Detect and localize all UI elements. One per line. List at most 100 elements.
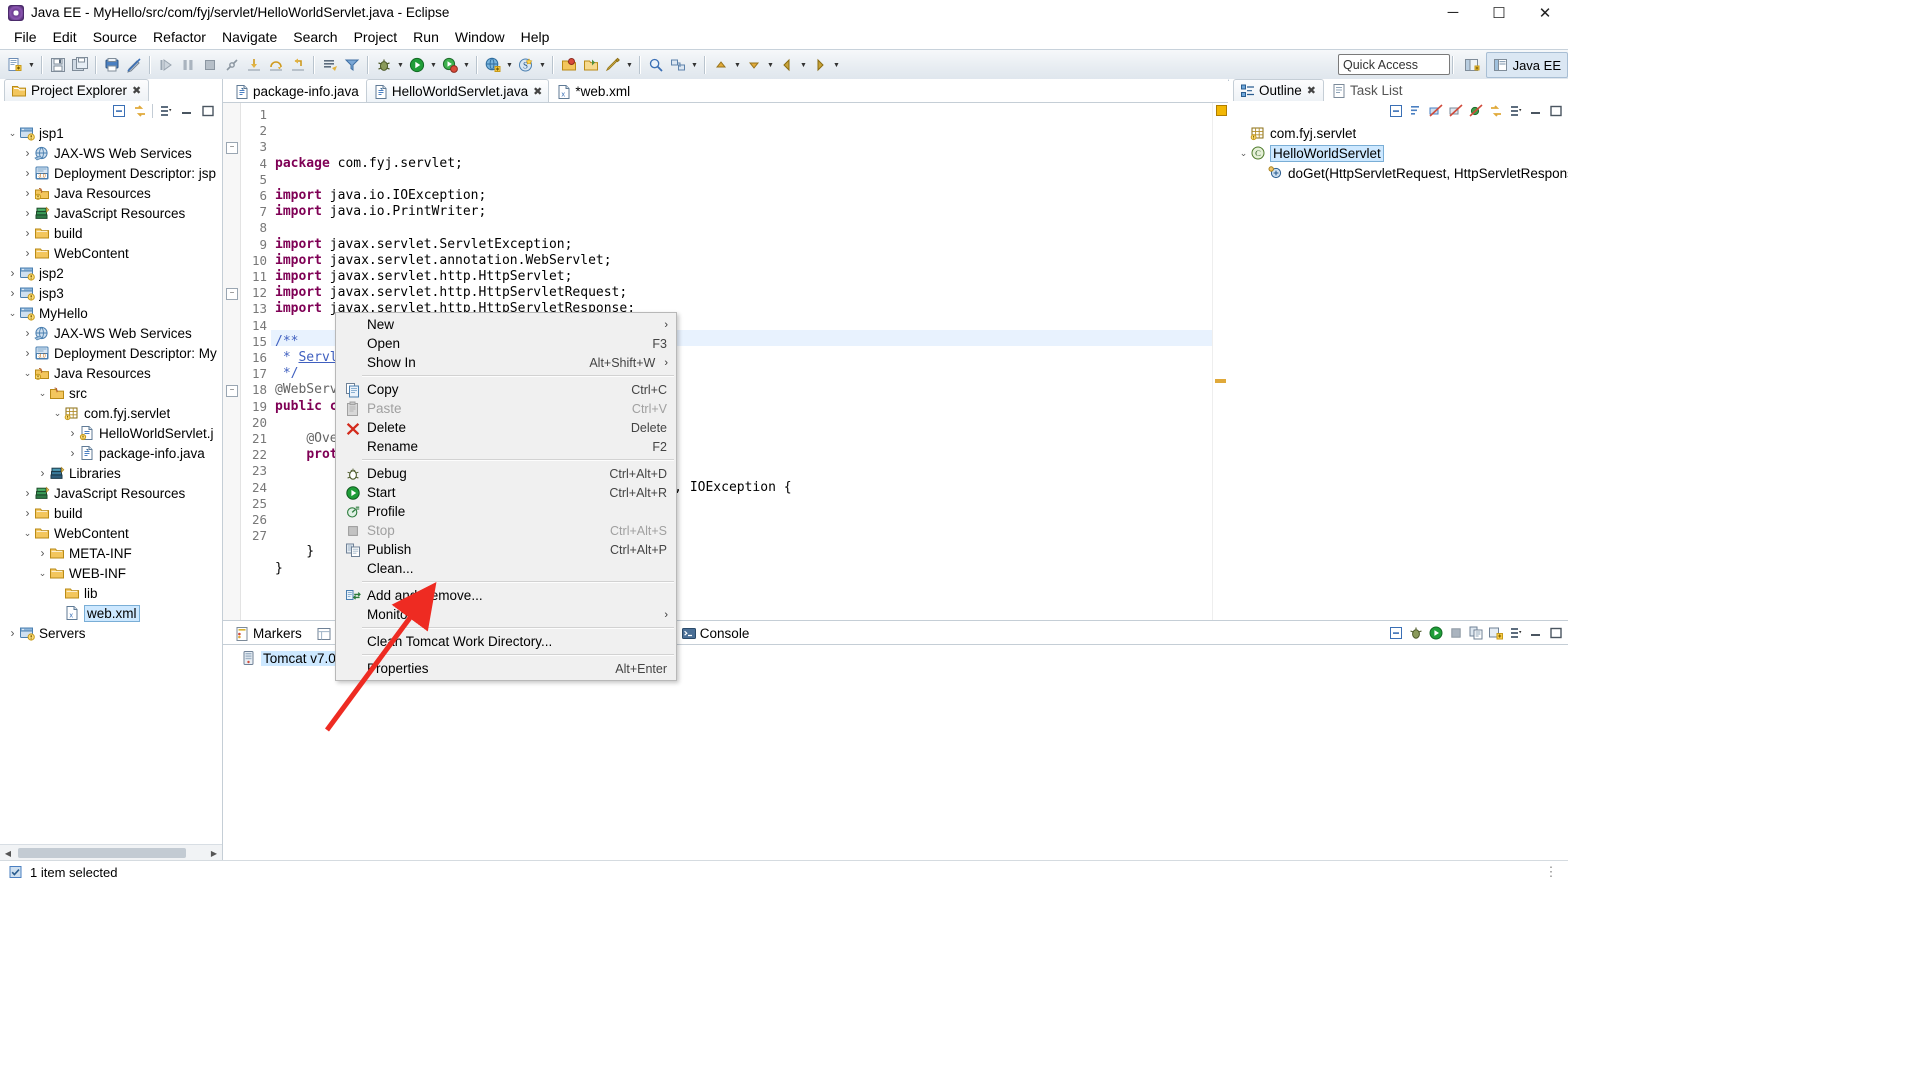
twisty-collapsed-icon[interactable]: › xyxy=(21,347,34,360)
previous-annotation-icon[interactable] xyxy=(711,54,731,76)
tree-item-meta-inf[interactable]: ›META-INF xyxy=(0,543,222,563)
outline-item-com-fyj-servlet[interactable]: com.fyj.servlet xyxy=(1229,123,1568,143)
save-all-icon[interactable] xyxy=(70,54,90,76)
step-into-icon[interactable] xyxy=(244,54,264,76)
link-editor-dropdown-icon[interactable]: ▼ xyxy=(689,54,700,76)
maximize-view-icon[interactable] xyxy=(1547,625,1564,642)
outline-item-helloworldservlet[interactable]: ⌄CHelloWorldServlet xyxy=(1229,143,1568,163)
twisty-collapsed-icon[interactable]: › xyxy=(21,147,34,160)
twisty-collapsed-icon[interactable]: › xyxy=(21,227,34,240)
save-icon[interactable] xyxy=(48,54,68,76)
menu-refactor[interactable]: Refactor xyxy=(145,27,214,47)
hide-fields-icon[interactable] xyxy=(1427,103,1444,120)
next-annotation-dropdown-icon[interactable]: ▼ xyxy=(765,54,776,76)
publish-server-icon[interactable] xyxy=(1467,625,1484,642)
debug-icon[interactable] xyxy=(374,54,394,76)
tree-item-java-resources[interactable]: ⌄Java Resources xyxy=(0,363,222,383)
close-button[interactable]: ✕ xyxy=(1522,0,1568,25)
tree-item-webcontent[interactable]: ⌄WebContent xyxy=(0,523,222,543)
project-explorer-hscrollbar[interactable]: ◀ ▶ xyxy=(0,844,222,861)
twisty-collapsed-icon[interactable]: › xyxy=(21,167,34,180)
new-java-class-dropdown-icon[interactable]: ▼ xyxy=(537,54,548,76)
tree-item-webcontent[interactable]: ›WebContent xyxy=(0,243,222,263)
status-menu-icon[interactable]: ⋮ xyxy=(1544,865,1558,879)
filter-icon[interactable] xyxy=(342,54,362,76)
tree-item-servers[interactable]: ›Servers xyxy=(0,623,222,643)
open-type-icon[interactable] xyxy=(559,54,579,76)
menu-file[interactable]: File xyxy=(6,27,45,47)
twisty-collapsed-icon[interactable]: › xyxy=(21,327,34,340)
tree-item-deployment-descriptor-my[interactable]: ›3.0Deployment Descriptor: My xyxy=(0,343,222,363)
context-menu-item-start[interactable]: StartCtrl+Alt+R xyxy=(336,483,676,502)
open-task-icon[interactable] xyxy=(581,54,601,76)
editor-tab-package-info-java[interactable]: package-info.java xyxy=(227,79,366,102)
new-server-icon[interactable] xyxy=(483,54,503,76)
tree-item-src[interactable]: ⌄src xyxy=(0,383,222,403)
next-annotation-icon[interactable] xyxy=(744,54,764,76)
twisty-expanded-icon[interactable]: ⌄ xyxy=(21,367,34,380)
run-icon[interactable] xyxy=(407,54,427,76)
back-icon[interactable] xyxy=(777,54,797,76)
menu-search[interactable]: Search xyxy=(285,27,345,47)
sort-icon[interactable] xyxy=(1407,103,1424,120)
forward-icon[interactable] xyxy=(810,54,830,76)
context-menu-item-open[interactable]: OpenF3 xyxy=(336,334,676,353)
tree-item-jsp3[interactable]: ›jsp3 xyxy=(0,283,222,303)
tree-item-javascript-resources[interactable]: ›JavaScript Resources xyxy=(0,483,222,503)
context-menu-item-clean-tomcat-work-directory[interactable]: Clean Tomcat Work Directory... xyxy=(336,632,676,651)
twisty-collapsed-icon[interactable]: › xyxy=(36,467,49,480)
tree-item-build[interactable]: ›build xyxy=(0,223,222,243)
view-menu-icon[interactable] xyxy=(1507,103,1524,120)
tree-item-package-info-java[interactable]: ›package-info.java xyxy=(0,443,222,463)
twisty-collapsed-icon[interactable]: › xyxy=(6,267,19,280)
minimize-view-icon[interactable] xyxy=(178,103,195,120)
menu-edit[interactable]: Edit xyxy=(45,27,85,47)
twisty-expanded-icon[interactable]: ⌄ xyxy=(51,407,64,420)
tree-item-jax-ws-web-services[interactable]: ›JAX-WS Web Services xyxy=(0,323,222,343)
new-java-class-icon[interactable]: S xyxy=(516,54,536,76)
twisty-collapsed-icon[interactable]: › xyxy=(21,507,34,520)
twisty-expanded-icon[interactable]: ⌄ xyxy=(21,527,34,540)
step-return-icon[interactable] xyxy=(288,54,308,76)
tree-item-build[interactable]: ›build xyxy=(0,503,222,523)
link-editor-icon[interactable] xyxy=(668,54,688,76)
run-dropdown-icon[interactable]: ▼ xyxy=(428,54,439,76)
server-context-menu[interactable]: New›OpenF3Show InAlt+Shift+W›CopyCtrl+CP… xyxy=(335,312,677,681)
annotation-dropdown-icon[interactable]: ▼ xyxy=(624,54,635,76)
twisty-collapsed-icon[interactable]: › xyxy=(21,487,34,500)
editor-tab--web-xml[interactable]: x*web.xml xyxy=(549,79,637,102)
twisty-collapsed-icon[interactable]: › xyxy=(21,207,34,220)
twisty-collapsed-icon[interactable]: › xyxy=(36,547,49,560)
new-wizard-dropdown-icon[interactable]: ▼ xyxy=(26,54,37,76)
context-menu-item-rename[interactable]: RenameF2 xyxy=(336,437,676,456)
editor-tab-helloworldservlet-java[interactable]: HelloWorldServlet.java✖ xyxy=(366,79,550,102)
print-icon[interactable] xyxy=(102,54,122,76)
context-menu-item-show-in[interactable]: Show InAlt+Shift+W› xyxy=(336,353,676,372)
context-menu-item-monitoring[interactable]: Monitoring› xyxy=(336,605,676,624)
menu-help[interactable]: Help xyxy=(513,27,558,47)
context-menu-item-properties[interactable]: PropertiesAlt+Enter xyxy=(336,659,676,678)
twisty-collapsed-icon[interactable]: › xyxy=(21,187,34,200)
scroll-right-icon[interactable]: ▶ xyxy=(206,845,222,861)
tree-item-javascript-resources[interactable]: ›JavaScript Resources xyxy=(0,203,222,223)
bottom-tab-markers[interactable]: Markers xyxy=(227,622,309,644)
tree-item-deployment-descriptor-jsp[interactable]: ›3.0Deployment Descriptor: jsp xyxy=(0,163,222,183)
run-external-dropdown-icon[interactable]: ▼ xyxy=(461,54,472,76)
tree-item-jsp1[interactable]: ⌄jsp1 xyxy=(0,123,222,143)
minimize-view-icon[interactable] xyxy=(1527,625,1544,642)
link-with-editor-icon[interactable] xyxy=(1487,103,1504,120)
menu-source[interactable]: Source xyxy=(85,27,145,47)
fold-marker-icon[interactable]: − xyxy=(226,288,238,300)
close-icon[interactable]: ✖ xyxy=(533,85,542,98)
tree-item-libraries[interactable]: ›Libraries xyxy=(0,463,222,483)
context-menu-item-copy[interactable]: CopyCtrl+C xyxy=(336,380,676,399)
terminate-icon[interactable] xyxy=(200,54,220,76)
outline-item-doget[interactable]: doGet(HttpServletRequest, HttpServletRes… xyxy=(1229,163,1568,183)
tree-item-web-xml[interactable]: xweb.xml xyxy=(0,603,222,623)
new-server-icon[interactable] xyxy=(1487,625,1504,642)
twisty-collapsed-icon[interactable]: › xyxy=(6,287,19,300)
close-icon[interactable]: ✖ xyxy=(132,84,141,97)
minimize-view-icon[interactable] xyxy=(1527,103,1544,120)
context-menu-item-profile[interactable]: Profile xyxy=(336,502,676,521)
twisty-collapsed-icon[interactable]: › xyxy=(66,427,79,440)
